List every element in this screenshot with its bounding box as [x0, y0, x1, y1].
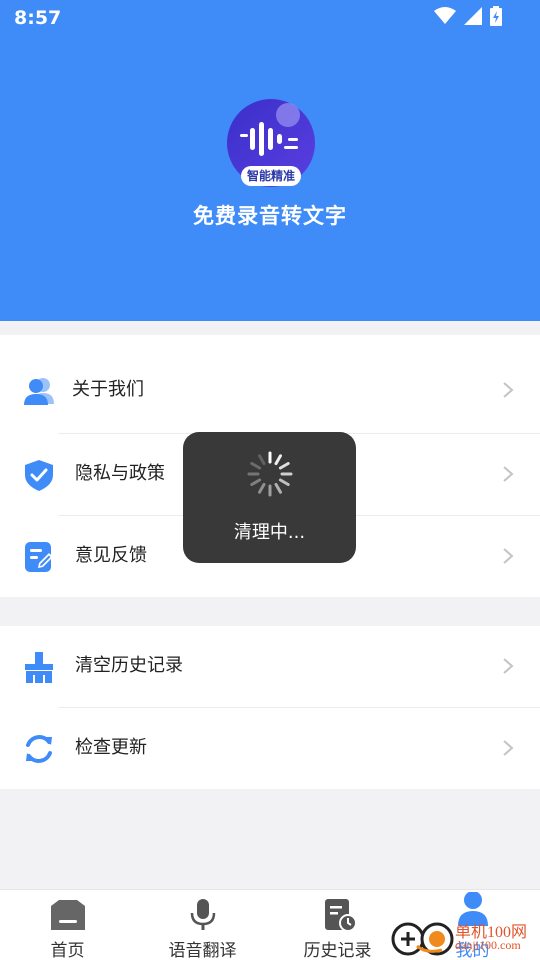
- menu-item-label: 隐私与政策: [75, 463, 165, 484]
- signal-icon: [464, 7, 482, 25]
- history-doc-icon: [325, 899, 357, 932]
- tab-label: 语音翻译: [168, 941, 237, 960]
- loading-toast: 清理中...: [183, 432, 356, 563]
- edit-note-icon: [25, 542, 53, 572]
- chevron-right-icon: [503, 382, 514, 398]
- tab-history[interactable]: 历史记录: [270, 890, 405, 960]
- status-bar: 8:57: [0, 0, 540, 36]
- chevron-right-icon: [503, 548, 514, 564]
- shield-check-icon: [25, 460, 53, 491]
- battery-icon: [490, 6, 502, 26]
- tab-home[interactable]: 首页: [0, 890, 135, 960]
- broom-icon: [25, 652, 53, 683]
- tab-voice-translate[interactable]: 语音翻译: [135, 890, 270, 960]
- chevron-right-icon: [503, 466, 514, 482]
- menu-item-check-update[interactable]: 检查更新: [0, 708, 540, 788]
- status-time: 8:57: [14, 7, 62, 29]
- menu-item-clear-history[interactable]: 清空历史记录: [0, 626, 540, 706]
- loading-spinner-icon: [247, 451, 293, 497]
- chevron-right-icon: [503, 658, 514, 674]
- users-icon: [24, 378, 54, 405]
- status-icons: [434, 6, 502, 26]
- tab-label: 首页: [50, 941, 85, 960]
- watermark-url: danji100.com: [455, 938, 521, 952]
- menu-item-about[interactable]: 关于我们: [0, 350, 540, 430]
- toast-text: 清理中...: [233, 522, 306, 543]
- app-title: 免费录音转文字: [193, 204, 347, 228]
- menu-item-label: 意见反馈: [75, 545, 147, 566]
- refresh-icon: [26, 735, 52, 763]
- menu-card-actions: 清空历史记录 检查更新: [0, 626, 540, 789]
- menu-item-label: 关于我们: [72, 379, 144, 400]
- menu-item-label: 检查更新: [75, 737, 147, 758]
- microphone-icon: [190, 899, 216, 930]
- tab-label: 历史记录: [303, 941, 372, 960]
- chevron-right-icon: [503, 740, 514, 756]
- menu-item-label: 清空历史记录: [75, 655, 183, 676]
- home-icon: [51, 900, 85, 930]
- profile-header: 8:57 智能精准 免费录音转文字: [0, 0, 540, 321]
- logo-badge: 智能精准: [241, 166, 301, 186]
- wifi-icon: [434, 7, 456, 24]
